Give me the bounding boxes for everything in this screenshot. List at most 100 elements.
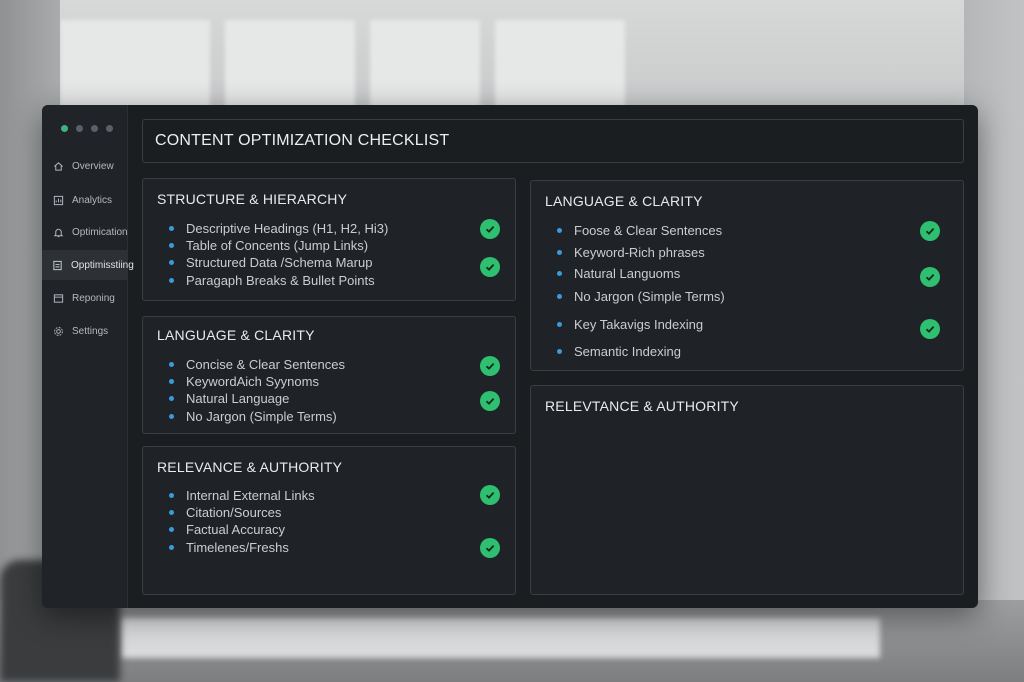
checklist-item[interactable]: Paragaph Breaks & Bullet Points (169, 273, 375, 288)
document-icon (52, 259, 63, 271)
bullet-icon (169, 414, 174, 419)
checklist-card-relevance-right: RELEVTANCE & AUTHORITY (530, 385, 964, 595)
checklist-item[interactable]: Internal External Links (169, 488, 315, 503)
report-icon (52, 292, 64, 304)
bullet-icon (557, 271, 562, 276)
bullet-icon (169, 243, 174, 248)
bullet-icon (557, 322, 562, 327)
checklist-item[interactable]: Structured Data /Schema Marup (169, 255, 372, 270)
sidebar-item-label: Analytics (72, 194, 113, 206)
checklist-item-label: Concise & Clear Sentences (186, 357, 345, 372)
checklist-item[interactable]: Concise & Clear Sentences (169, 357, 345, 372)
checklist-item-label: Keyword-Rich phrases (574, 245, 705, 260)
sidebar-item-optimication[interactable]: Optimication (42, 217, 128, 247)
bullet-icon (169, 362, 174, 367)
checklist-item-label: Structured Data /Schema Marup (186, 255, 373, 270)
checklist-item-label: No Jargon (Simple Terms) (186, 409, 337, 424)
chart-icon (52, 194, 64, 206)
bullet-icon (169, 379, 174, 384)
bullet-icon (169, 493, 174, 498)
checklist-item[interactable]: Timelenes/Freshs (169, 540, 289, 555)
checklist-item[interactable]: Foose & Clear Sentences (557, 223, 722, 238)
check-icon[interactable] (480, 257, 500, 277)
sidebar-item-label: Settings (72, 325, 109, 337)
check-icon[interactable] (480, 356, 500, 376)
sidebar-item-overview[interactable]: Overview (42, 151, 128, 181)
sidebar-item-reponing[interactable]: Reponing (42, 283, 128, 313)
window-dot[interactable] (91, 125, 98, 132)
sidebar-item-label: Reponing (72, 292, 115, 304)
checklist-item-label: Descriptive Headings (H1, H2, Hi3) (186, 221, 389, 236)
bullet-icon (557, 228, 562, 233)
check-icon[interactable] (480, 485, 500, 505)
checklist-item[interactable]: Citation/Sources (169, 505, 281, 520)
bullet-icon (169, 545, 174, 550)
window-dot[interactable] (76, 125, 83, 132)
checklist-item-label: Natural Language (186, 391, 290, 406)
checklist-item-label: Paragaph Breaks & Bullet Points (186, 273, 375, 288)
checklist-item[interactable]: Table of Concents (Jump Links) (169, 238, 368, 253)
check-icon[interactable] (920, 267, 940, 287)
check-icon[interactable] (480, 219, 500, 239)
check-icon[interactable] (480, 538, 500, 558)
page-title: CONTENT OPTIMIZATION CHECKLIST (155, 132, 450, 149)
card-title: RELEVTANCE & AUTHORITY (545, 398, 739, 414)
checklist-item-label: Table of Concents (Jump Links) (186, 238, 369, 253)
sidebar-item-settings[interactable]: Settings (42, 316, 128, 346)
checklist-item[interactable]: Descriptive Headings (H1, H2, Hi3) (169, 221, 388, 236)
bullet-icon (169, 396, 174, 401)
checklist-card-language: LANGUAGE & CLARITY Concise & Clear Sente… (142, 316, 516, 434)
checklist-item[interactable]: Natural Languoms (557, 266, 680, 281)
checklist-item-label: Timelenes/Freshs (186, 540, 289, 555)
checklist-item-label: Semantic Indexing (574, 344, 681, 359)
card-title: STRUCTURE & HIERARCHY (157, 191, 348, 207)
window-dot[interactable] (106, 125, 113, 132)
checklist-card-relevance: RELEVANCE & AUTHORITY Internal External … (142, 446, 516, 595)
bullet-icon (169, 510, 174, 515)
app-window: Overview Analytics Optimication Opptimis… (42, 105, 978, 608)
check-icon[interactable] (920, 221, 940, 241)
bullet-icon (169, 226, 174, 231)
sidebar-item-analytics[interactable]: Analytics (42, 185, 128, 215)
checklist-item[interactable]: No Jargon (Simple Terms) (557, 289, 725, 304)
checklist-item[interactable]: No Jargon (Simple Terms) (169, 409, 337, 424)
page-header: CONTENT OPTIMIZATION CHECKLIST (142, 119, 964, 163)
bullet-icon (557, 294, 562, 299)
sidebar-item-opptimisstiing[interactable]: Opptimisstiing (42, 250, 134, 280)
window-dot[interactable] (61, 125, 68, 132)
gear-icon (52, 325, 64, 337)
sidebar: Overview Analytics Optimication Opptimis… (42, 105, 134, 608)
checklist-item[interactable]: Key Takavigs Indexing (557, 317, 703, 332)
checklist-item-label: Factual Accuracy (186, 522, 285, 537)
sidebar-item-label: Overview (72, 160, 114, 172)
checklist-item-label: Natural Languoms (574, 266, 681, 281)
card-title: LANGUAGE & CLARITY (157, 327, 315, 343)
checklist-item[interactable]: Natural Language (169, 391, 289, 406)
checklist-item[interactable]: Keyword-Rich phrases (557, 245, 705, 260)
checklist-item-label: Foose & Clear Sentences (574, 223, 723, 238)
card-title: LANGUAGE & CLARITY (545, 193, 703, 209)
checklist-item[interactable]: Factual Accuracy (169, 522, 285, 537)
bullet-icon (169, 278, 174, 283)
bullet-icon (557, 250, 562, 255)
checklist-item-label: Citation/Sources (186, 505, 282, 520)
checklist-item-label: Internal External Links (186, 488, 315, 503)
bullet-icon (169, 527, 174, 532)
checklist-card-language-right: LANGUAGE & CLARITY Foose & Clear Sentenc… (530, 180, 964, 371)
card-title: RELEVANCE & AUTHORITY (157, 459, 343, 475)
checklist-item-label: No Jargon (Simple Terms) (574, 289, 725, 304)
bullet-icon (557, 349, 562, 354)
checklist-item[interactable]: Semantic Indexing (557, 344, 681, 359)
check-icon[interactable] (920, 319, 940, 339)
checklist-item[interactable]: KeywordAich Syynoms (169, 374, 319, 389)
bullet-icon (169, 260, 174, 265)
check-icon[interactable] (480, 391, 500, 411)
checklist-item-label: Key Takavigs Indexing (574, 317, 704, 332)
bell-icon (52, 226, 64, 238)
window-controls (61, 125, 113, 132)
checklist-item-label: KeywordAich Syynoms (186, 374, 319, 389)
sidebar-item-label: Optimication (72, 226, 128, 238)
sidebar-item-label: Opptimisstiing (71, 259, 134, 271)
checklist-card-structure: STRUCTURE & HIERARCHY Descriptive Headin… (142, 178, 516, 301)
home-icon (52, 160, 64, 172)
